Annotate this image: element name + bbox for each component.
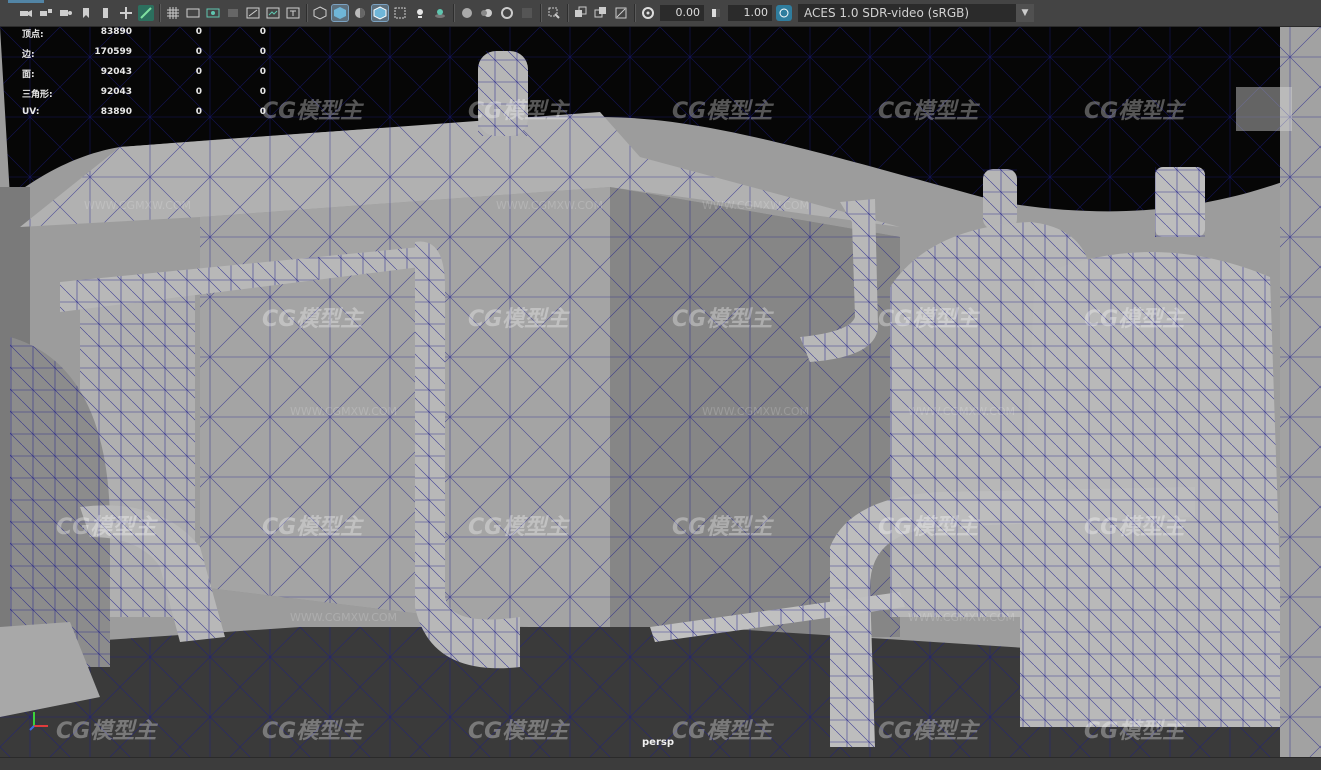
watermark-url: WWW.CGMXW.COM: [290, 405, 398, 418]
color-management-dropdown[interactable]: ACES 1.0 SDR-video (sRGB) ▼: [798, 4, 1034, 22]
safe-title-icon[interactable]: [285, 5, 301, 21]
toolbar-separator: [453, 4, 454, 22]
watermark-url: WWW.CGMXW.COM: [908, 405, 1016, 418]
watermark: CG模型主: [468, 719, 569, 744]
watermark: CG模型主: [672, 99, 773, 124]
grid-icon[interactable]: [165, 5, 181, 21]
scene-render: [0, 27, 1321, 757]
active-panel-indicator: [8, 0, 44, 3]
camera-lock-icon[interactable]: [38, 5, 54, 21]
watermark-url: WWW.CGMXW.COM: [702, 405, 810, 418]
field-chart-icon[interactable]: [245, 5, 261, 21]
exposure-icon: [640, 5, 656, 21]
watermark-url: WWW.CGMXW.COM: [702, 199, 810, 212]
film-gate-icon[interactable]: [185, 5, 201, 21]
bookmark-icon[interactable]: [78, 5, 94, 21]
default-material-icon[interactable]: [352, 5, 368, 21]
image-plane-icon[interactable]: [98, 5, 114, 21]
watermark: CG模型主: [1084, 515, 1185, 540]
watermark: CG模型主: [56, 719, 157, 744]
isolate-select-icon[interactable]: [546, 5, 562, 21]
wireframe-icon[interactable]: [312, 5, 328, 21]
watermark-url: WWW.CGMXW.COM: [84, 199, 192, 212]
backface-culling-icon[interactable]: [613, 5, 629, 21]
color-management-value: ACES 1.0 SDR-video (sRGB): [804, 6, 970, 20]
gamma-icon: [708, 5, 724, 21]
toolbar-separator: [567, 4, 568, 22]
camera-icon[interactable]: [18, 5, 34, 21]
safe-action-icon[interactable]: [265, 5, 281, 21]
motion-blur-icon[interactable]: [479, 5, 495, 21]
toolbar-separator: [540, 4, 541, 22]
xray-active-icon[interactable]: [593, 5, 609, 21]
toolbar-separator: [634, 4, 635, 22]
shadows-icon[interactable]: [432, 5, 448, 21]
time-slider-ruler[interactable]: [0, 757, 1321, 770]
watermark: CG模型主: [672, 515, 773, 540]
watermark: CG模型主: [878, 515, 979, 540]
multisample-aa-icon[interactable]: [499, 5, 515, 21]
viewport-toolbar: 0.00 1.00 ACES 1.0 SDR-video (sRGB) ▼: [0, 0, 1321, 27]
watermark: CG模型主: [1084, 719, 1185, 744]
wireframe-on-shaded-icon[interactable]: [371, 4, 389, 22]
toolbar-separator: [159, 4, 160, 22]
persp-viewport[interactable]: CG模型主 CG模型主 CG模型主 CG模型主 CG模型主 CG模型主 CG模型…: [0, 27, 1321, 757]
xray-icon[interactable]: [392, 5, 408, 21]
color-management-icon[interactable]: [776, 5, 792, 21]
xray-joints-icon[interactable]: [573, 5, 589, 21]
watermark: CG模型主: [468, 307, 569, 332]
watermark-url: WWW.CGMXW.COM: [908, 611, 1016, 624]
camera-attributes-icon[interactable]: [58, 5, 74, 21]
watermark-url: WWW.CGMXW.COM: [290, 611, 398, 624]
watermark: CG模型主: [672, 307, 773, 332]
watermark: CG模型主: [468, 99, 569, 124]
watermark: CG模型主: [262, 515, 363, 540]
watermark: CG模型主: [878, 99, 979, 124]
gamma-field[interactable]: 1.00: [728, 5, 772, 21]
resolution-gate-icon[interactable]: [205, 5, 221, 21]
watermark: CG模型主: [262, 307, 363, 332]
watermark: CG模型主: [878, 307, 979, 332]
watermark-url: WWW.CGMXW.COM: [496, 199, 604, 212]
grease-pencil-icon[interactable]: [138, 5, 154, 21]
watermark: CG模型主: [468, 515, 569, 540]
watermark: CG模型主: [1084, 99, 1185, 124]
screen-space-ao-icon[interactable]: [459, 5, 475, 21]
watermark: CG模型主: [262, 719, 363, 744]
watermark: CG模型主: [672, 719, 773, 744]
smooth-shade-icon[interactable]: [331, 4, 349, 22]
watermark: CG模型主: [56, 515, 157, 540]
depth-of-field-icon[interactable]: [519, 5, 535, 21]
toolbar-separator: [306, 4, 307, 22]
gate-mask-icon[interactable]: [225, 5, 241, 21]
axis-gizmo-icon: [29, 712, 48, 731]
pan-zoom-icon[interactable]: [118, 5, 134, 21]
use-all-lights-icon[interactable]: [412, 5, 428, 21]
chevron-down-icon[interactable]: ▼: [1016, 4, 1034, 22]
view-cube[interactable]: [1236, 87, 1292, 131]
watermark: CG模型主: [262, 99, 363, 124]
camera-name-label: persp: [642, 737, 674, 748]
watermark: CG模型主: [878, 719, 979, 744]
watermark: CG模型主: [1084, 307, 1185, 332]
exposure-field[interactable]: 0.00: [660, 5, 704, 21]
